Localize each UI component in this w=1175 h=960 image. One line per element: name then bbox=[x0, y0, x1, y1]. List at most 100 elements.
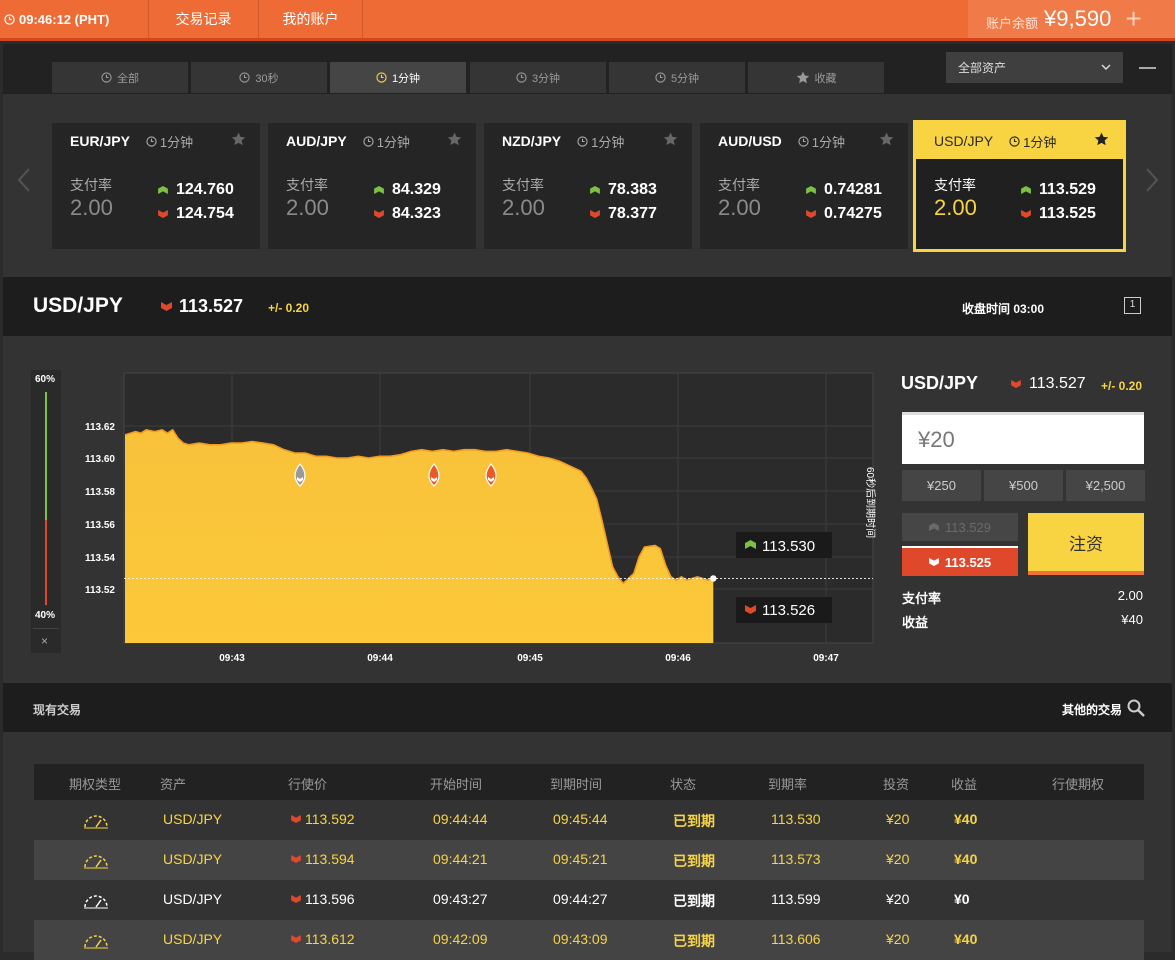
card-rate-value: 2.00 bbox=[718, 195, 761, 220]
put-price: 113.525 bbox=[944, 554, 992, 570]
card-down-price: 124.754 bbox=[158, 205, 234, 223]
y-tick-label: 113.56 bbox=[85, 520, 115, 531]
table-header-cell: 行使价 bbox=[288, 777, 328, 792]
y-tick-label: 113.52 bbox=[85, 585, 115, 596]
chart-mode-icon[interactable]: 1 bbox=[1124, 297, 1141, 314]
clock-icon bbox=[577, 135, 588, 147]
asset-card-3[interactable]: AUD/USD 1分钟 支付率 2.00 0.74281 0.74275 bbox=[700, 123, 908, 249]
up-arrow-icon bbox=[158, 186, 168, 194]
filter-tab-2[interactable]: 1分钟 bbox=[330, 62, 466, 93]
card-down-price: 0.74275 bbox=[806, 205, 882, 223]
asset-card-4[interactable]: USD/JPY 1分钟 支付率 2.00 113.529 113.525 bbox=[913, 120, 1126, 252]
card-pair: AUD/JPY bbox=[286, 133, 347, 149]
down-arrow-icon bbox=[1011, 380, 1021, 388]
row-strike: 113.592 bbox=[291, 811, 355, 827]
row-profit: ¥40 bbox=[954, 931, 978, 947]
nav-trade-history[interactable]: 交易记录 bbox=[149, 0, 259, 38]
up-price-tag-text: 113.530 bbox=[762, 538, 815, 555]
favorite-star-icon[interactable] bbox=[447, 132, 462, 146]
clock-icon bbox=[146, 135, 157, 147]
asset-card-2[interactable]: NZD/JPY 1分钟 支付率 2.00 78.383 78.377 bbox=[484, 123, 692, 249]
quick-amount-250[interactable]: ¥250 bbox=[902, 470, 981, 501]
y-tick-label: 113.60 bbox=[85, 454, 115, 465]
favorite-star-icon[interactable] bbox=[663, 132, 678, 146]
filter-tab-label: 30秒 bbox=[255, 72, 279, 85]
filter-tab-5[interactable]: 收藏 bbox=[748, 62, 884, 93]
pair-change: +/- 0.20 bbox=[268, 301, 310, 315]
filter-tab-4[interactable]: 5分钟 bbox=[609, 62, 745, 93]
asset-select[interactable]: 全部资产 bbox=[946, 52, 1123, 83]
nav-my-account[interactable]: 我的账户 bbox=[259, 0, 363, 38]
table-header-cell: 开始时间 bbox=[430, 777, 483, 792]
star-icon bbox=[796, 71, 809, 84]
row-strike-value: 113.592 bbox=[305, 811, 355, 827]
deposit-plus-icon[interactable]: + bbox=[1125, 3, 1141, 35]
current-price-dot bbox=[710, 575, 717, 582]
down-arrow-icon bbox=[928, 558, 939, 566]
filter-tab-0[interactable]: 全部 bbox=[52, 62, 188, 93]
quick-amount-2500[interactable]: ¥2,500 bbox=[1066, 470, 1145, 501]
minimize-icon[interactable] bbox=[1139, 67, 1156, 69]
gauge-icon bbox=[84, 935, 108, 949]
call-button[interactable]: 113.529 bbox=[902, 513, 1018, 541]
filter-tab-label: 全部 bbox=[117, 72, 139, 85]
table-row[interactable]: USD/JPY 113.592 09:44:44 09:45:44 已到期 113.530… bbox=[34, 800, 1144, 840]
row-expiry: 09:44:27 bbox=[553, 891, 608, 907]
x-tick-label: 09:47 bbox=[813, 653, 839, 664]
amount-input[interactable]: ¥20 bbox=[902, 412, 1144, 464]
invest-button[interactable]: 注资 bbox=[1028, 513, 1144, 575]
up-arrow-icon bbox=[590, 186, 600, 194]
y-tick-label: 113.54 bbox=[85, 553, 115, 564]
row-invest: ¥20 bbox=[886, 891, 910, 907]
top-bar: 09:46:12 (PHT) 交易记录 我的账户 账户余额 ¥9,590 + bbox=[0, 0, 1175, 41]
table-row[interactable]: USD/JPY 113.596 09:43:27 09:44:27 已到期 113.599… bbox=[34, 880, 1144, 920]
table-header-cell: 行使期权 bbox=[1052, 777, 1105, 792]
filter-tab-3[interactable]: 3分钟 bbox=[470, 62, 606, 93]
row-strike: 113.594 bbox=[291, 851, 355, 867]
chevron-down-icon bbox=[1101, 64, 1111, 70]
clock-icon bbox=[363, 135, 374, 147]
down-arrow-icon bbox=[1021, 210, 1031, 218]
filter-tab-1[interactable]: 30秒 bbox=[191, 62, 327, 93]
row-expiry: 09:45:21 bbox=[553, 851, 608, 867]
favorite-star-icon[interactable] bbox=[879, 132, 894, 146]
down-arrow-icon bbox=[374, 210, 384, 218]
filter-tab-label: 3分钟 bbox=[531, 72, 561, 85]
table-row[interactable]: USD/JPY 113.612 09:42:09 09:43:09 已到期 113.606… bbox=[34, 920, 1144, 960]
price-chart[interactable]: 113.62 113.60 113.58 113.56 113.54 113.52 09:4… bbox=[3, 336, 893, 683]
card-timeframe-label: 1分钟 bbox=[591, 134, 625, 150]
asset-card-1[interactable]: AUD/JPY 1分钟 支付率 2.00 84.329 84.323 bbox=[268, 123, 476, 249]
card-timeframe-label: 1分钟 bbox=[811, 134, 846, 150]
quick-amount-500[interactable]: ¥500 bbox=[984, 470, 1063, 501]
balance-value: ¥9,590 bbox=[1044, 6, 1112, 31]
order-change: +/- 0.20 bbox=[1101, 379, 1143, 393]
row-status: 已到期 bbox=[673, 933, 715, 949]
gauge-icon bbox=[84, 815, 108, 829]
row-status: 已到期 bbox=[673, 893, 715, 909]
y-tick-label: 113.62 bbox=[85, 422, 115, 433]
row-asset: USD/JPY bbox=[163, 851, 223, 867]
row-expiry: 09:45:44 bbox=[553, 811, 608, 827]
row-rate: 113.530 bbox=[771, 811, 821, 827]
card-header: AUD/JPY 1分钟 bbox=[268, 123, 476, 159]
other-trades-link[interactable]: 其他的交易 bbox=[1062, 701, 1122, 718]
next-arrow-icon[interactable] bbox=[1145, 167, 1159, 193]
call-price: 113.529 bbox=[944, 519, 992, 535]
put-button[interactable]: 113.525 bbox=[902, 546, 1018, 576]
card-down-value: 78.377 bbox=[608, 205, 657, 222]
table-row[interactable]: USD/JPY 113.594 09:44:21 09:45:21 已到期 113.573… bbox=[34, 840, 1144, 880]
up-arrow-icon bbox=[929, 523, 939, 531]
prev-arrow-icon[interactable] bbox=[17, 167, 31, 193]
search-icon[interactable] bbox=[1127, 699, 1145, 717]
down-arrow-icon bbox=[590, 210, 600, 218]
favorite-star-icon[interactable] bbox=[231, 132, 246, 146]
x-tick-label: 09:45 bbox=[517, 653, 543, 664]
asset-card-0[interactable]: EUR/JPY 1分钟 支付率 2.00 124.760 124.754 bbox=[52, 123, 260, 249]
card-header: USD/JPY 1分钟 bbox=[916, 123, 1123, 159]
card-rate-value: 2.00 bbox=[934, 195, 977, 220]
favorite-star-icon[interactable] bbox=[1094, 132, 1109, 146]
table-header-cell: 状态 bbox=[670, 777, 697, 792]
table-header-cell: 期权类型 bbox=[69, 777, 122, 792]
order-price: 113.527 bbox=[1029, 375, 1086, 392]
clock-icon bbox=[376, 72, 387, 83]
